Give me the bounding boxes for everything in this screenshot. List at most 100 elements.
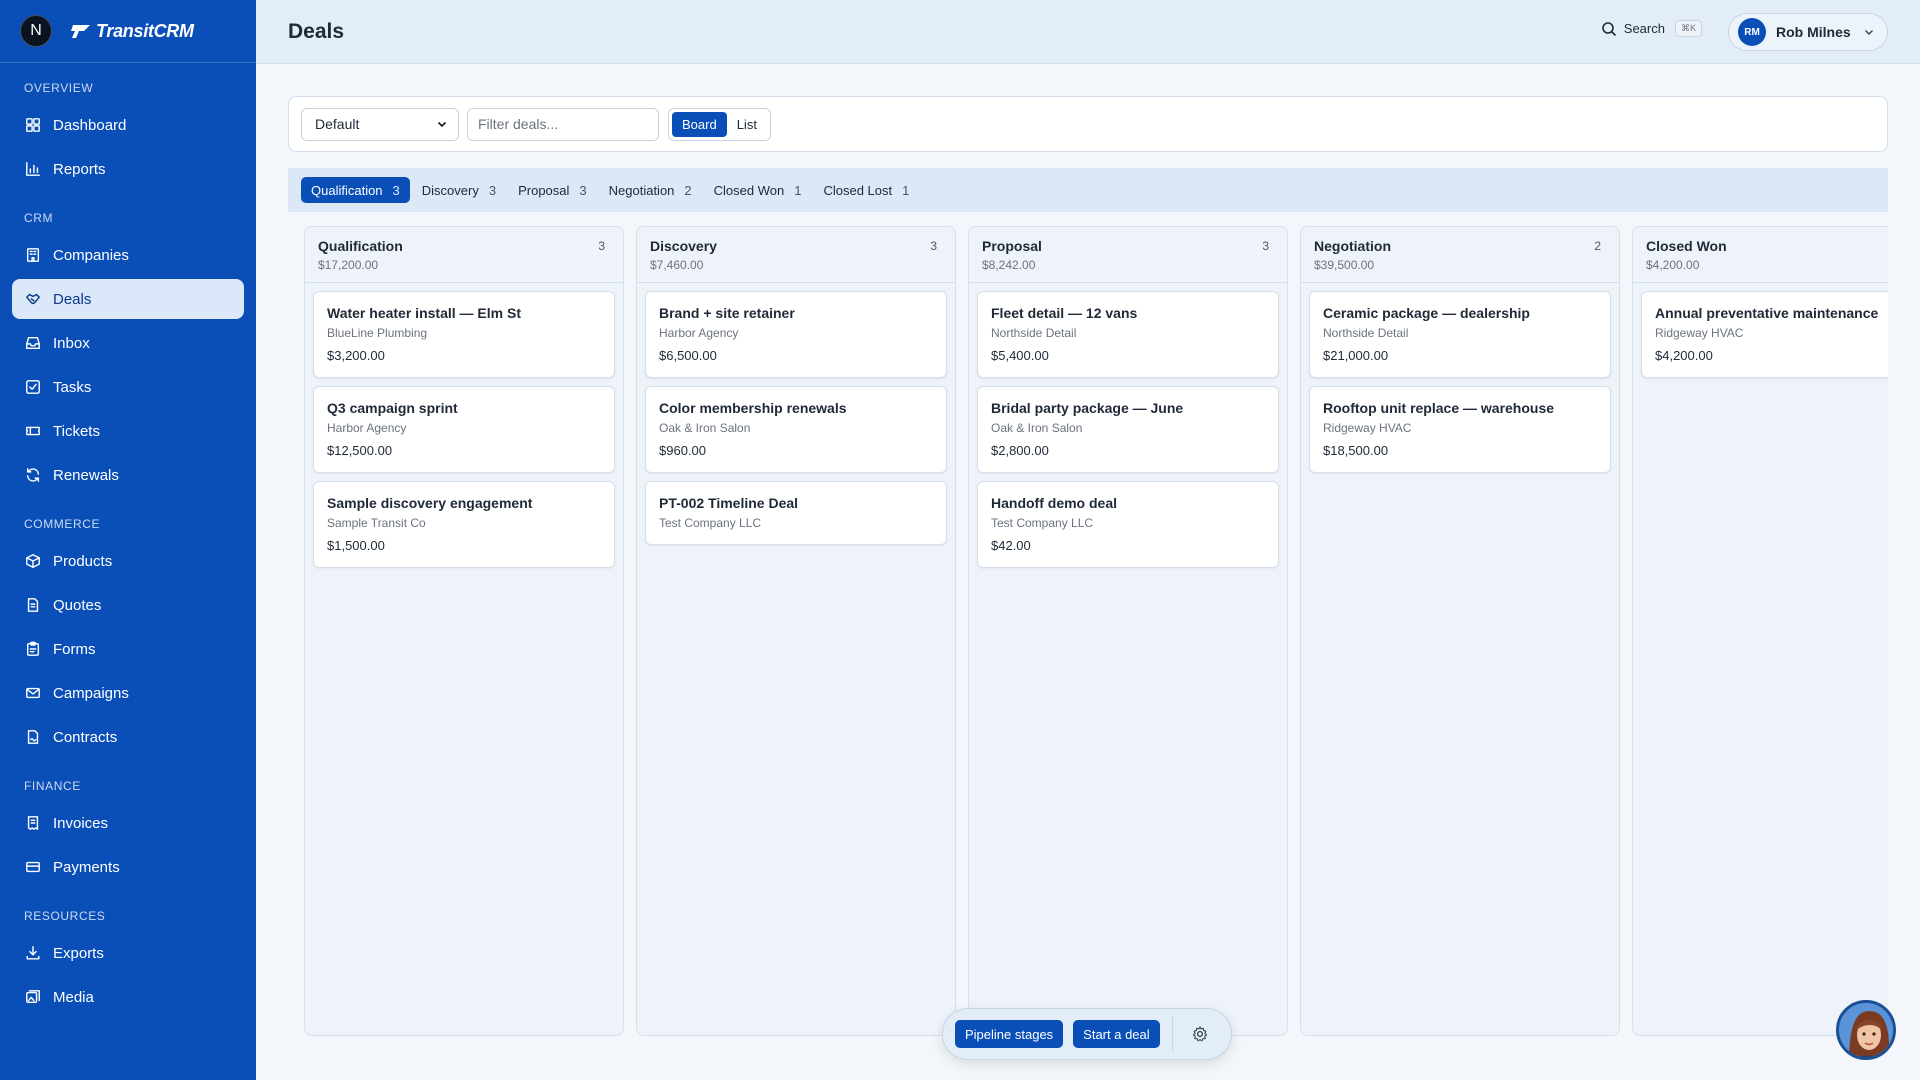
settings-button[interactable]: [1191, 1025, 1209, 1043]
tab-label: Closed Won: [713, 182, 785, 198]
transit-logo-icon: [71, 25, 90, 38]
user-menu[interactable]: RM Rob Milnes: [1728, 13, 1888, 51]
deal-title: Bridal party package — June: [991, 400, 1184, 416]
inbox-icon: [24, 334, 42, 352]
sidebar-item-companies[interactable]: Companies: [12, 235, 244, 275]
sidebar-item-dashboard[interactable]: Dashboard: [12, 105, 244, 145]
sidebar-item-tickets[interactable]: Tickets: [12, 411, 244, 451]
pipeline-stages-button[interactable]: Pipeline stages: [955, 1020, 1064, 1048]
deal-card[interactable]: PT-002 Timeline Deal Test Company LLC: [645, 481, 947, 545]
deal-card[interactable]: Rooftop unit replace — warehouse Ridgewa…: [1309, 386, 1611, 473]
deal-card[interactable]: Ceramic package — dealership Northside D…: [1309, 291, 1611, 378]
tab-closed-lost[interactable]: Closed Lost 1: [813, 177, 919, 203]
column-count: 2: [1594, 239, 1601, 253]
sidebar-item-label: Deals: [53, 290, 92, 308]
sidebar-item-media[interactable]: Media: [12, 977, 244, 1017]
pipeline-column-negotiation: Negotiation $39,500.00 2 Ceramic package…: [1300, 226, 1620, 1036]
deal-amount: $2,800.00: [991, 443, 1049, 458]
sidebar-item-forms[interactable]: Forms: [12, 629, 244, 669]
column-cards: Water heater install — Elm St BlueLine P…: [305, 283, 623, 568]
column-header: Qualification $17,200.00 3: [305, 227, 623, 283]
deal-title: Sample discovery engagement: [327, 495, 533, 511]
sidebar-item-reports[interactable]: Reports: [12, 149, 244, 189]
sidebar-item-deals[interactable]: Deals: [12, 279, 244, 319]
sidebar-item-label: Renewals: [53, 466, 119, 484]
column-header: Closed Won $4,200.00: [1633, 227, 1888, 283]
column-title: Discovery: [650, 238, 717, 254]
brand-logo[interactable]: TransitCRM: [70, 21, 194, 42]
deal-company: Oak & Iron Salon: [659, 421, 751, 435]
tab-discovery[interactable]: Discovery 3: [412, 177, 506, 203]
deal-title: Water heater install — Elm St: [327, 305, 521, 321]
assistant-face-icon: [1839, 1003, 1893, 1057]
pipeline-select-value: Default: [315, 116, 360, 132]
checkbox-icon: [24, 378, 42, 396]
assistant-avatar[interactable]: [1836, 1000, 1896, 1060]
deal-card[interactable]: Brand + site retainer Harbor Agency $6,5…: [645, 291, 947, 378]
sidebar-item-quotes[interactable]: Quotes: [12, 585, 244, 625]
sidebar-item-contracts[interactable]: Contracts: [12, 717, 244, 757]
sidebar-item-products[interactable]: Products: [12, 541, 244, 581]
deal-card[interactable]: Handoff demo deal Test Company LLC $42.0…: [977, 481, 1279, 568]
tab-proposal[interactable]: Proposal 3: [508, 177, 597, 203]
clipboard-icon: [24, 640, 42, 658]
sidebar-item-inbox[interactable]: Inbox: [12, 323, 244, 363]
list-view-button[interactable]: List: [727, 112, 767, 137]
deal-card[interactable]: Sample discovery engagement Sample Trans…: [313, 481, 615, 568]
search-button[interactable]: Search ⌘K: [1601, 20, 1702, 37]
brand-name: TransitCRM: [96, 20, 194, 41]
deal-card[interactable]: Q3 campaign sprint Harbor Agency $12,500…: [313, 386, 615, 473]
tab-closed-won[interactable]: Closed Won 1: [704, 177, 812, 203]
org-avatar[interactable]: N: [20, 15, 52, 47]
deal-amount: $12,500.00: [327, 443, 393, 458]
board-view-button[interactable]: Board: [672, 111, 727, 137]
sidebar-item-exports[interactable]: Exports: [12, 933, 244, 973]
deal-title: Fleet detail — 12 vans: [991, 305, 1138, 321]
column-count: 3: [930, 239, 937, 253]
sidebar-section-title: FINANCE: [24, 779, 81, 793]
sidebar-section-spacer: [0, 97, 256, 105]
tab-label: Closed Lost: [823, 182, 893, 198]
download-icon: [24, 944, 42, 962]
deal-card[interactable]: Bridal party package — June Oak & Iron S…: [977, 386, 1279, 473]
start-deal-button[interactable]: Start a deal: [1073, 1020, 1160, 1048]
sidebar-section-title: CRM: [24, 211, 54, 225]
deal-company: Harbor Agency: [327, 421, 407, 435]
deal-company: Oak & Iron Salon: [991, 421, 1083, 435]
sidebar-item-label: Dashboard: [53, 116, 127, 134]
tab-negotiation[interactable]: Negotiation 2: [599, 177, 702, 203]
deal-card[interactable]: Water heater install — Elm St BlueLine P…: [313, 291, 615, 378]
column-total: $17,200.00: [318, 258, 379, 272]
building-icon: [24, 246, 42, 264]
sidebar-section-gap: [0, 63, 256, 81]
deal-card[interactable]: Annual preventative maintenance Ridgeway…: [1641, 291, 1888, 378]
sidebar-item-label: Tickets: [53, 422, 100, 440]
sidebar-item-invoices[interactable]: Invoices: [12, 803, 244, 843]
column-total: $39,500.00: [1314, 258, 1375, 272]
sidebar-brand: N TransitCRM: [0, 0, 256, 63]
deal-card[interactable]: Color membership renewals Oak & Iron Sal…: [645, 386, 947, 473]
tab-label: Discovery: [421, 182, 479, 198]
deals-toolbar: Default Board List: [288, 96, 1888, 152]
sidebar-nav: OVERVIEW Dashboard Reports CRM Companies Deal…: [0, 63, 256, 1017]
tab-count: 3: [488, 182, 497, 198]
sidebar-item-campaigns[interactable]: Campaigns: [12, 673, 244, 713]
pipeline-select[interactable]: Default: [301, 107, 459, 141]
tab-count: 3: [579, 182, 587, 198]
column-header: Discovery $7,460.00 3: [637, 227, 955, 283]
deal-card[interactable]: Fleet detail — 12 vans Northside Detail …: [977, 291, 1279, 378]
sidebar-item-payments[interactable]: Payments: [12, 847, 244, 887]
top-header: Deals Search ⌘K RM Rob Milnes: [256, 0, 1920, 64]
sidebar-section-gap: [0, 891, 256, 909]
deal-company: Sample Transit Co: [327, 516, 426, 530]
sidebar-item-tasks[interactable]: Tasks: [12, 367, 244, 407]
search-shortcut: ⌘K: [1674, 20, 1702, 37]
deal-title: Rooftop unit replace — warehouse: [1323, 400, 1555, 416]
sidebar-item-label: Invoices: [53, 814, 109, 832]
handshake-icon: [24, 290, 42, 308]
deal-amount: $3,200.00: [327, 348, 385, 363]
tab-qualification[interactable]: Qualification 3: [301, 177, 410, 203]
filter-deals-input[interactable]: [467, 107, 659, 141]
sidebar-item-renewals[interactable]: Renewals: [12, 455, 244, 495]
deal-company: BlueLine Plumbing: [327, 326, 428, 340]
